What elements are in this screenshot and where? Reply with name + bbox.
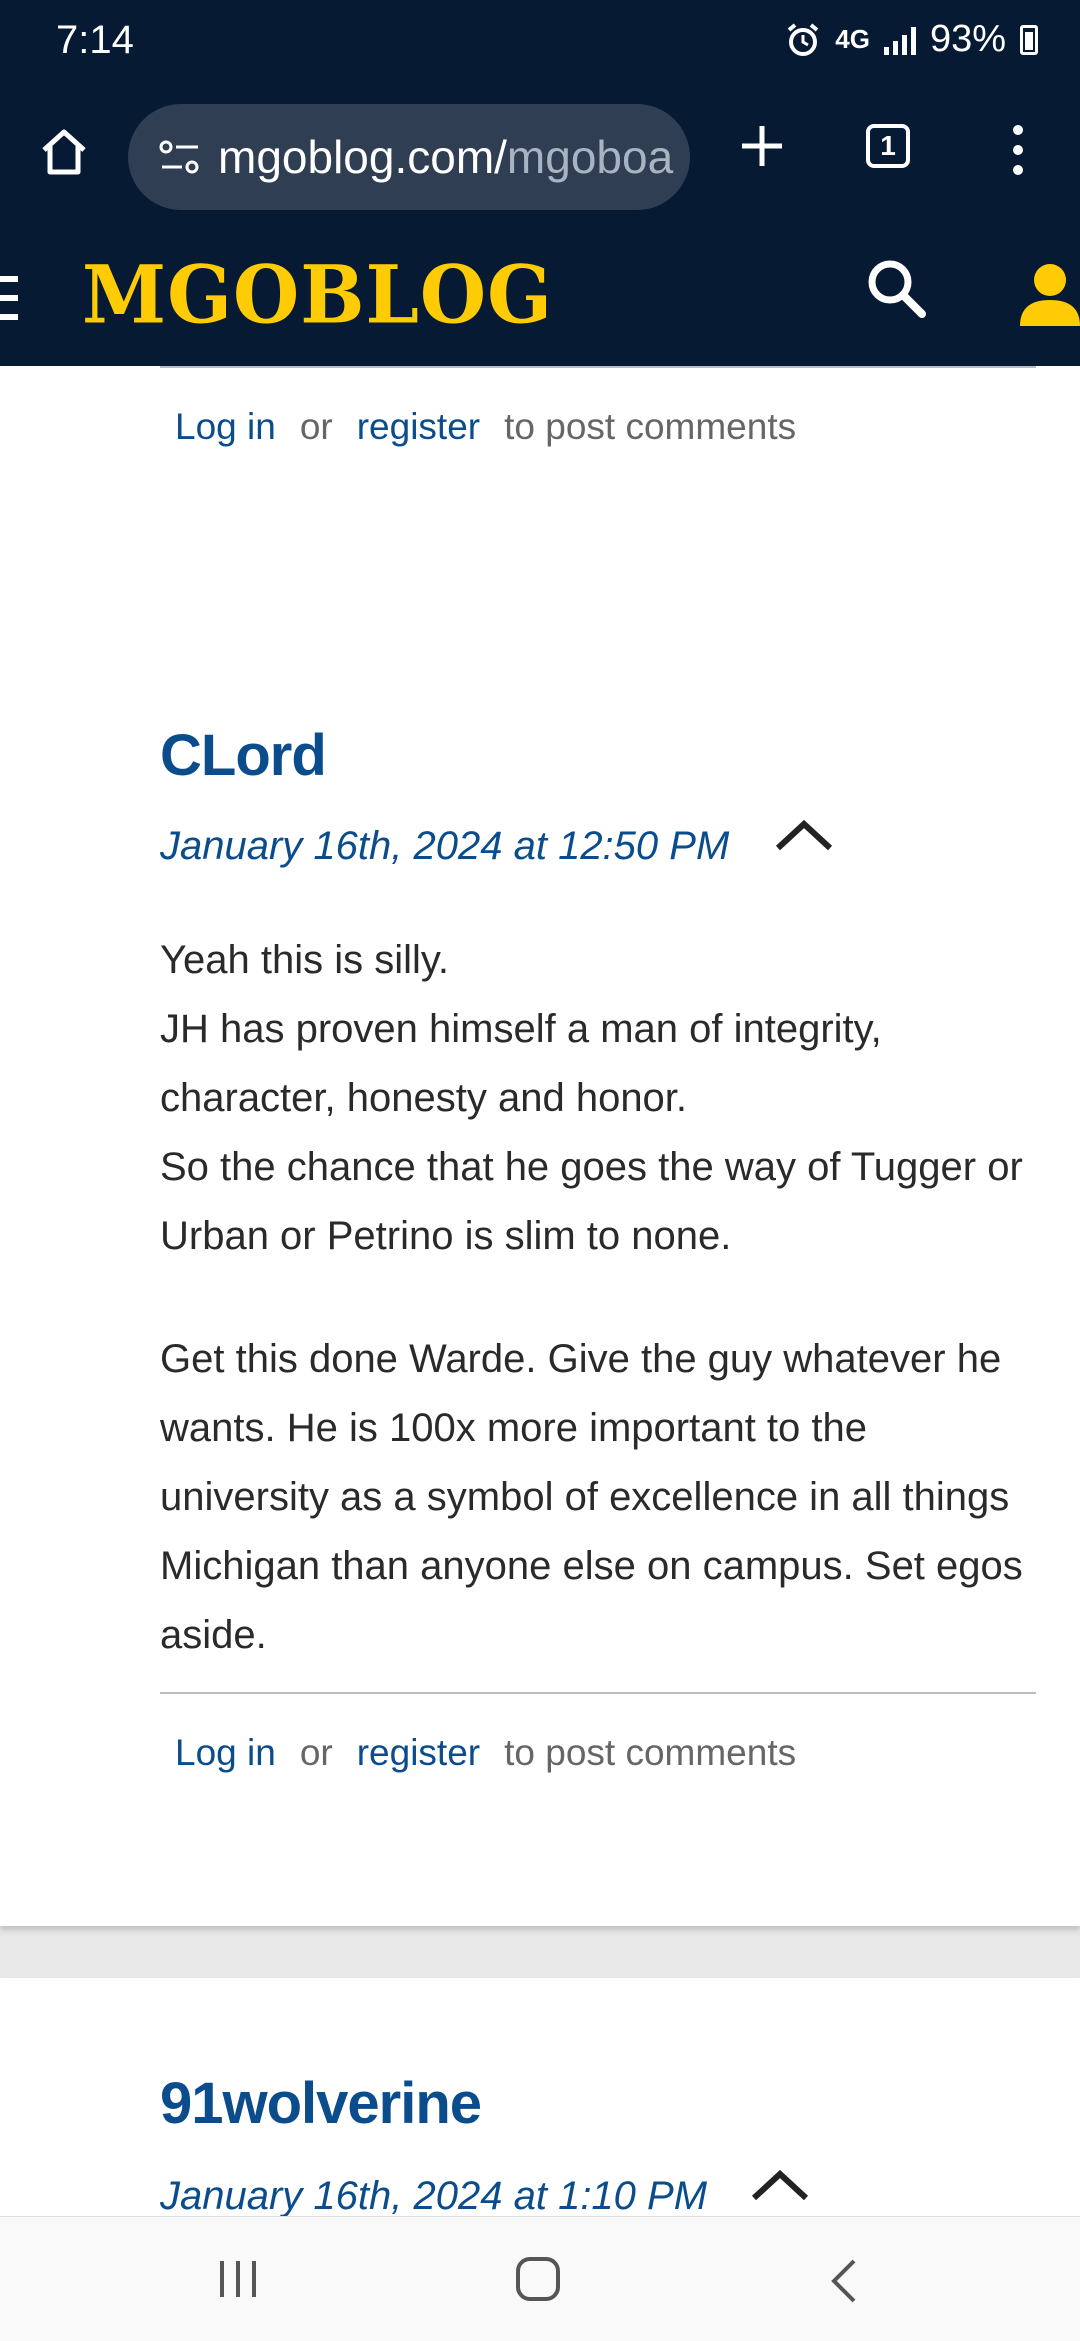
post-comments-text: to post comments [504,406,797,447]
comment-card: CLord January 16th, 2024 at 12:50 PM Yea… [0,626,1080,1926]
status-time: 7:14 [56,18,134,62]
user-account-icon[interactable] [1014,256,1080,336]
site-logo[interactable]: MGOBLOG [82,248,553,341]
address-bar[interactable]: mgoblog.com/mgoboa [128,104,690,210]
comment-line: So the chance that he goes the way of Tu… [160,1145,1023,1258]
chevron-up-icon[interactable] [750,2168,810,2202]
divider [160,366,1036,368]
signal-icon [883,25,916,55]
system-navigation-bar [0,2216,1080,2341]
comment-line: JH has proven himself a man of integrity… [160,1007,882,1120]
more-menu-icon[interactable] [1008,122,1028,178]
comment-date[interactable]: January 16th, 2024 at 1:10 PM [160,2174,707,2216]
comment-body: Yeah this is silly. JH has proven himsel… [160,926,1040,1670]
browser-toolbar: mgoblog.com/mgoboa 1 [0,88,1080,234]
home-nav-icon[interactable] [514,2255,562,2303]
battery-icon [1020,24,1038,55]
login-link[interactable]: Log in [175,406,276,448]
new-tab-icon[interactable] [734,118,790,174]
hamburger-menu-icon[interactable] [0,270,22,326]
comment-date[interactable]: January 16th, 2024 at 12:50 PM [160,824,729,869]
divider [160,1692,1036,1694]
login-link[interactable]: Log in [175,1732,276,1774]
comment-author[interactable]: CLord [160,722,327,789]
register-link[interactable]: register [357,406,480,448]
search-icon[interactable] [862,254,930,322]
recent-apps-icon[interactable] [216,2257,260,2301]
site-settings-icon[interactable] [158,137,202,177]
comments-section: Log in or register to post comments CLor… [0,366,1080,2216]
or-text: or [299,406,333,447]
site-header: MGOBLOG [0,234,1080,366]
network-type: 4G [835,24,870,54]
battery-percent: 93% [929,18,1006,60]
comment-author[interactable]: 91wolverine [160,2070,482,2137]
post-comments-text: to post comments [504,1732,797,1773]
tab-count: 1 [880,130,896,161]
back-icon[interactable] [826,2257,862,2305]
post-comment-links: Log in or register to post comments [175,1732,796,1774]
status-icons: 4G 93% [785,18,1038,61]
comment-card: 91wolverine January 16th, 2024 at 1:10 P… [0,1978,1080,2216]
url-text: mgoblog.com/mgoboa [218,131,674,183]
or-text: or [299,1732,333,1773]
comment-paragraph: Get this done Warde. Give the guy whatev… [160,1337,1023,1657]
status-bar: 7:14 4G 93% [0,0,1080,88]
post-comment-links: Log in or register to post comments [175,406,796,448]
tab-switcher-button[interactable]: 1 [866,124,910,168]
register-link[interactable]: register [357,1732,480,1774]
home-icon[interactable] [36,124,92,180]
chevron-up-icon[interactable] [774,818,834,852]
alarm-icon [787,22,819,56]
comment-line: Yeah this is silly. [160,938,450,982]
